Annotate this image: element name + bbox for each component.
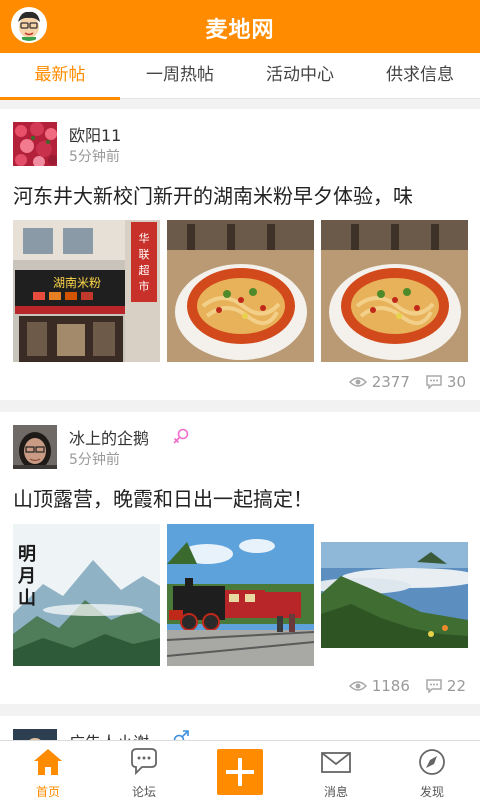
- user-avatar-image: [13, 729, 57, 740]
- post-username[interactable]: 欧阳11: [69, 122, 121, 146]
- nav-messages-label: 消息: [323, 785, 348, 799]
- girl-avatar-image: [13, 425, 57, 469]
- nav-discover[interactable]: 发现: [384, 741, 480, 800]
- view-count: 2377: [371, 373, 410, 391]
- post-image-noodles-2[interactable]: [321, 220, 468, 362]
- post-card[interactable]: 欧阳11 5分钟前 河东井大新校门新开的湖南米粉早夕体验，味 华 联 超 市 湖…: [0, 109, 480, 400]
- post-image-mountain-poster[interactable]: 明 月 山: [13, 524, 160, 666]
- nav-home[interactable]: 首页: [0, 741, 96, 800]
- category-tabs: 最新帖 一周热帖 活动中心 供求信息: [0, 53, 480, 100]
- post-text[interactable]: 山顶露营，晚霞和日出一起搞定！: [13, 483, 473, 512]
- app-title: 麦地网: [205, 18, 275, 43]
- flower-avatar-image: [13, 122, 57, 166]
- post-avatar[interactable]: [13, 122, 57, 166]
- shop-side-sign-char: 超: [139, 263, 150, 277]
- post-image-steam-train[interactable]: [167, 524, 314, 666]
- shop-front-photo: 华 联 超 市 湖南米粉: [13, 220, 160, 362]
- shop-side-sign: 华: [139, 231, 150, 245]
- post-card[interactable]: 广告人小谢: [0, 716, 480, 740]
- post-avatar[interactable]: [13, 425, 57, 469]
- poster-title-char: 山: [18, 588, 36, 609]
- female-gender-icon: [173, 428, 189, 444]
- nav-home-label: 首页: [35, 785, 60, 799]
- envelope-icon: [321, 752, 351, 773]
- shop-sign-text: 湖南米粉: [53, 275, 101, 290]
- nav-forum-label: 论坛: [131, 785, 156, 799]
- post-stats: 2377 30: [348, 373, 466, 391]
- comment-count: 22: [446, 677, 466, 695]
- nav-forum[interactable]: 论坛: [96, 741, 192, 800]
- shop-side-sign-char: 联: [139, 248, 150, 261]
- plus-icon: [226, 758, 254, 786]
- post-avatar[interactable]: [13, 729, 57, 740]
- post-time: 5分钟前: [69, 149, 120, 165]
- tab-latest[interactable]: 最新帖: [0, 53, 120, 100]
- post-image-shop-front[interactable]: 华 联 超 市 湖南米粉: [13, 220, 160, 362]
- home-icon: [34, 749, 62, 775]
- new-post-button[interactable]: [217, 749, 263, 795]
- tab-supply-demand[interactable]: 供求信息: [360, 53, 480, 99]
- post-username[interactable]: 广告人小谢: [69, 729, 149, 740]
- post-image-noodles-1[interactable]: [167, 220, 314, 362]
- post-feed[interactable]: 欧阳11 5分钟前 河东井大新校门新开的湖南米粉早夕体验，味 华 联 超 市 湖…: [0, 99, 480, 740]
- eye-icon: [348, 377, 367, 387]
- poster-title-char: 月: [17, 566, 36, 587]
- post-text[interactable]: 河东井大新校门新开的湖南米粉早夕体验，味: [13, 180, 473, 209]
- chat-bubble-icon: [131, 748, 157, 776]
- steam-train-photo: [167, 524, 314, 666]
- comment-count: 30: [446, 373, 466, 391]
- comment-icon: [426, 375, 442, 389]
- post-image-sea-of-clouds[interactable]: [321, 524, 468, 666]
- view-count: 1186: [371, 677, 410, 695]
- noodle-bowl-photo: [167, 220, 314, 362]
- post-time: 5分钟前: [69, 452, 120, 468]
- post-card[interactable]: 冰上的企鹅 5分钟前 山顶露营，晚霞和日出一起搞定！ 明 月 山 1186 22: [0, 412, 480, 704]
- mountain-poster-photo: 明 月 山: [13, 524, 160, 666]
- tab-weekly-hot[interactable]: 一周热帖: [120, 53, 240, 99]
- nav-discover-label: 发现: [419, 785, 444, 799]
- compass-icon: [419, 749, 445, 775]
- top-bar: 麦地网: [0, 0, 480, 53]
- tab-events[interactable]: 活动中心: [240, 53, 360, 99]
- sea-of-clouds-photo: [321, 524, 468, 666]
- male-gender-icon: [173, 730, 189, 740]
- eye-icon: [348, 681, 367, 691]
- bottom-navigation: 首页 论坛 消息 发现: [0, 740, 480, 800]
- poster-title-char: 明: [18, 544, 36, 565]
- app-root: 麦地网 最新帖 一周热帖 活动中心 供求信息 欧阳11 5分钟前 河东井大新校门…: [0, 0, 480, 800]
- post-username[interactable]: 冰上的企鹅: [69, 425, 149, 449]
- nav-messages[interactable]: 消息: [288, 741, 384, 800]
- post-stats: 1186 22: [348, 677, 466, 695]
- shop-side-sign-char: 市: [139, 279, 150, 293]
- noodle-bowl-photo: [321, 220, 468, 362]
- comment-icon: [426, 679, 442, 693]
